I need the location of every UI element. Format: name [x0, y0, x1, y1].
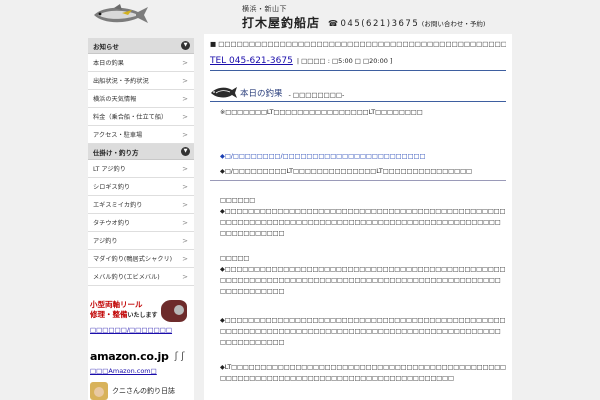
sidebar-item-label: タチウオ釣り	[93, 220, 131, 227]
catch-subtitle: - □□□□□□□□-	[288, 91, 345, 99]
reel-repair-link[interactable]: □□□□□□/□□□□□□□	[90, 326, 192, 334]
sidebar-item-shirogisu[interactable]: シロギス釣り >	[88, 178, 194, 196]
site-header: 横浜・新山下 打木屋釣船店 ☎ 045(621)3675 (お問い合わせ・予約)	[88, 0, 512, 34]
sidebar-item-label: エギスミイカ釣り	[93, 202, 143, 209]
sidebar-item-label: 料金（乗合船・仕立て船）	[93, 114, 168, 121]
chevron-right-icon: >	[182, 94, 188, 103]
sidebar-item-label: 横浜の天気情報	[93, 96, 137, 103]
catch-summary-line: ◆□/□□□□□□□□□LT□□□□□□□□□□□□□□LT□□□□□□□□□□…	[220, 168, 472, 175]
sidebar-item-label: アジ釣り	[93, 238, 118, 245]
divider	[210, 70, 506, 71]
tel-row: TEL 045-621-3675 | □□□□ : □5:00 □ □20:00…	[210, 56, 506, 66]
business-hours: | □□□□ : □5:00 □ □20:00 ]	[296, 57, 393, 65]
report-text-2: ◆□□□□□□□□□□□□□□□□□□□□□□□□□□□□□□□□□□□□□□□…	[220, 266, 506, 295]
catch-note: ※□□□□□□□LT□□□□□□□□□□□□□□□□LT□□□□□□□□	[220, 109, 423, 116]
sidebar-item-lt-aji[interactable]: LT アジ釣り >	[88, 160, 194, 178]
divider	[210, 101, 506, 102]
main-content: ■ □□□□□□□□□□□□□□□□□□□□□□□□□□□□□□□□□□□□□□…	[204, 34, 512, 400]
sidebar-item-label: マダイ釣り(鴨居式シャクリ)	[93, 256, 173, 263]
chevron-right-icon: >	[182, 130, 188, 139]
catch-header: 本日の釣果 - □□□□□□□□-	[210, 81, 506, 99]
chevron-right-icon: >	[182, 236, 188, 245]
sidebar-item-aji[interactable]: アジ釣り >	[88, 232, 194, 250]
report-heading-1: □□□□□□	[220, 197, 256, 204]
sidebar-item-madai[interactable]: マダイ釣り(鴨居式シャクリ) >	[88, 250, 194, 268]
chevron-right-icon: >	[182, 272, 188, 281]
sidebar-item-departure-status[interactable]: 出船状況・予約状況 >	[88, 72, 194, 90]
header-phone-number: 045(621)3675	[340, 19, 420, 29]
fish-icon	[211, 87, 237, 98]
sidebar-section-tackle[interactable]: 仕掛け・釣り方 ▼	[88, 144, 194, 160]
chevron-down-icon[interactable]: ▼	[181, 147, 190, 156]
report-text-4: ◆LT□□□□□□□□□□□□□□□□□□□□□□□□□□□□□□□□□□□□□…	[220, 364, 506, 382]
phone-icon: ☎	[328, 19, 338, 28]
chevron-right-icon: >	[182, 182, 188, 191]
tel-link[interactable]: TEL 045-621-3675	[210, 56, 293, 66]
sidebar-item-label: 本日の釣果	[93, 60, 124, 67]
catch-report: □□□□□□ ◆□□□□□□□□□□□□□□□□□□□□□□□□□□□□□□□□…	[210, 195, 506, 384]
promo-line-2-suffix: いたします	[127, 312, 158, 319]
header-phone: ☎ 045(621)3675 (お問い合わせ・予約)	[328, 18, 485, 29]
sidebar-item-mebaru[interactable]: メバル釣り(エビメバル) >	[88, 268, 194, 286]
chevron-right-icon: >	[182, 112, 188, 121]
sidebar-section-title: お知らせ	[93, 42, 119, 51]
notice-text: ■ □□□□□□□□□□□□□□□□□□□□□□□□□□□□□□□□□□□□□□…	[210, 40, 506, 48]
report-heading-2: □□□□□	[220, 255, 250, 262]
sidebar-item-label: アクセス・駐車場	[93, 132, 143, 139]
sidebar-item-tachiuo[interactable]: タチウオ釣り >	[88, 214, 194, 232]
shop-location: 横浜・新山下	[242, 5, 287, 13]
sidebar: お知らせ ▼ 本日の釣果 > 出船状況・予約状況 > 横浜の天気情報 > 料金（乗合船…	[88, 38, 194, 400]
divider	[210, 180, 506, 181]
chevron-right-icon: >	[182, 200, 188, 209]
sidebar-section-title: 仕掛け・釣り方	[93, 148, 139, 157]
chevron-down-icon[interactable]: ▼	[181, 41, 190, 50]
kuni-diary-banner[interactable]: クニさんの釣り日誌	[90, 381, 192, 400]
kuni-diary-title: クニさんの釣り日誌	[112, 387, 175, 395]
chevron-right-icon: >	[182, 76, 188, 85]
reel-repair-promo[interactable]: 小型両軸リール 修理・整備いたします □□□□□□/□□□□□□□ amazon…	[90, 300, 192, 400]
fishing-hook-icon: ʃ ʃ	[174, 350, 185, 362]
sidebar-item-label: 出船状況・予約状況	[93, 78, 149, 85]
catch-title: 本日の釣果	[240, 89, 283, 99]
chevron-right-icon: >	[182, 164, 188, 173]
amazon-banner[interactable]: amazon.co.jp ʃ ʃ	[90, 346, 192, 366]
sidebar-item-label: メバル釣り(エビメバル)	[93, 274, 160, 281]
amazon-logo: amazon.co.jp	[90, 349, 169, 363]
sidebar-item-weather[interactable]: 横浜の天気情報 >	[88, 90, 194, 108]
chevron-right-icon: >	[182, 254, 188, 263]
shop-name[interactable]: 打木屋釣船店	[242, 14, 320, 31]
sidebar-item-today-catch[interactable]: 本日の釣果 >	[88, 54, 194, 72]
report-text-3: ◆□□□□□□□□□□□□□□□□□□□□□□□□□□□□□□□□□□□□□□□…	[220, 317, 506, 346]
sidebar-item-egi-sumiika[interactable]: エギスミイカ釣り >	[88, 196, 194, 214]
sidebar-item-label: シロギス釣り	[93, 184, 131, 191]
sidebar-item-fees[interactable]: 料金（乗合船・仕立て船） >	[88, 108, 194, 126]
report-text-1: ◆□□□□□□□□□□□□□□□□□□□□□□□□□□□□□□□□□□□□□□□…	[220, 208, 506, 237]
chevron-right-icon: >	[182, 218, 188, 227]
sidebar-item-access[interactable]: アクセス・駐車場 >	[88, 126, 194, 144]
sidebar-section-news[interactable]: お知らせ ▼	[88, 38, 194, 54]
header-phone-note: (お問い合わせ・予約)	[421, 20, 486, 28]
promo-line-2: 修理・整備	[90, 310, 128, 319]
kuni-avatar	[90, 382, 108, 400]
tuna-logo-icon[interactable]	[92, 4, 150, 26]
sidebar-item-label: LT アジ釣り	[93, 166, 126, 173]
reel-repair-banner[interactable]: 小型両軸リール 修理・整備いたします	[90, 300, 192, 324]
chevron-right-icon: >	[182, 58, 188, 67]
amazon-link[interactable]: □□□Amazon.com□	[90, 367, 192, 375]
catch-highlight-line: ◆□/□□□□□□□□/□□□□□□□□□□□□□□□□□□□□□□□□	[220, 153, 426, 160]
promo-line-1: 小型両軸リール	[90, 300, 143, 309]
fishing-reel-image	[160, 300, 187, 322]
